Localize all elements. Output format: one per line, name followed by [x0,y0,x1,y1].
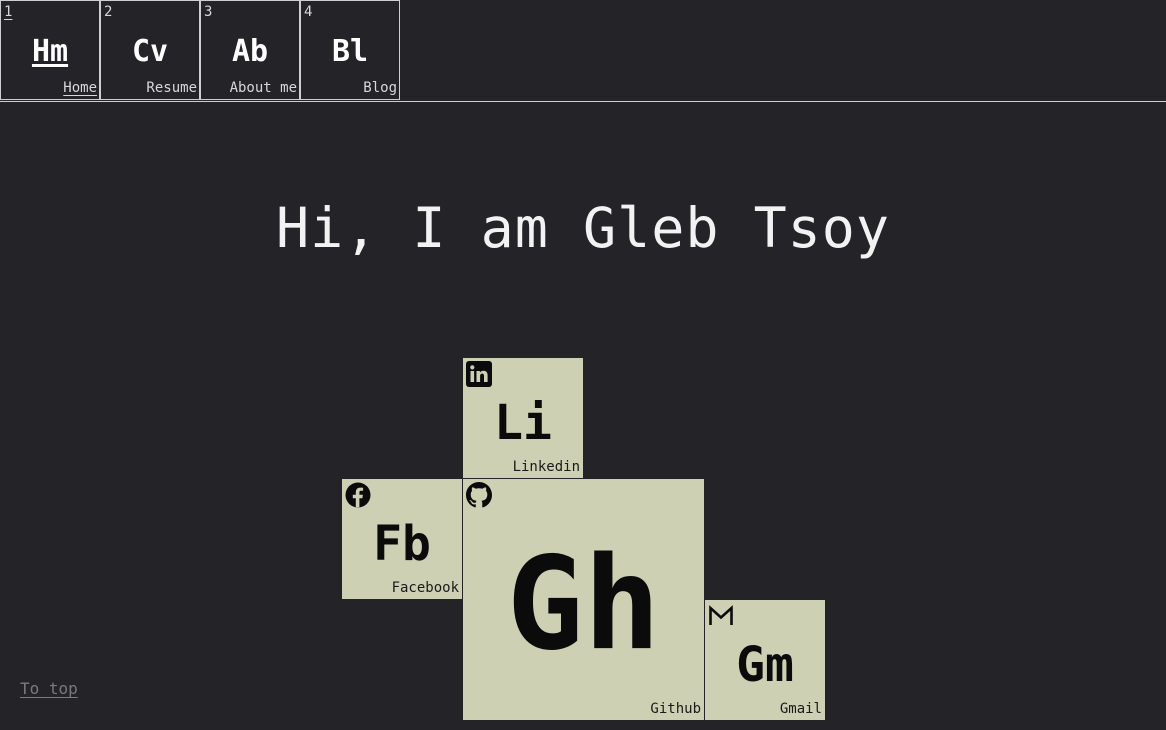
linkedin-icon [466,361,492,387]
nav-symbol: Bl [331,34,369,69]
nav-label: Blog [363,80,397,96]
nav-tile-resume[interactable]: 2 Cv Resume [100,0,200,100]
github-icon [466,482,492,508]
gmail-symbol: Gm [736,637,794,693]
nav-label: Home [63,80,97,96]
top-nav: 1 Hm Home 2 Cv Resume 3 Ab About me 4 Bl… [0,0,1166,102]
nav-number: 1 [4,4,13,20]
to-top-link[interactable]: To top [20,679,78,699]
nav-symbol: Hm [31,34,69,69]
nav-number: 3 [204,4,213,20]
github-tile[interactable]: Gh Github [462,478,705,721]
facebook-icon [345,482,371,508]
facebook-label: Facebook [391,580,459,596]
nav-label: Resume [146,80,197,96]
linkedin-label: Linkedin [512,459,580,475]
nav-symbol: Ab [231,34,269,69]
facebook-tile[interactable]: Fb Facebook [341,478,463,600]
nav-tile-home[interactable]: 1 Hm Home [0,0,100,100]
gmail-label: Gmail [779,701,822,717]
nav-label: About me [229,80,297,96]
facebook-symbol: Fb [373,516,431,572]
github-label: Github [650,701,701,717]
nav-tile-blog[interactable]: 4 Bl Blog [300,0,400,100]
github-symbol: Gh [506,530,661,679]
nav-tile-about[interactable]: 3 Ab About me [200,0,300,100]
nav-number: 4 [304,4,313,20]
gmail-icon [708,603,734,629]
linkedin-symbol: Li [494,395,552,451]
nav-symbol: Cv [131,34,169,69]
nav-number: 2 [104,4,113,20]
gmail-tile[interactable]: Gm Gmail [704,599,826,721]
page-title: Hi, I am Gleb Tsoy [275,196,891,260]
linkedin-tile[interactable]: Li Linkedin [462,357,584,479]
